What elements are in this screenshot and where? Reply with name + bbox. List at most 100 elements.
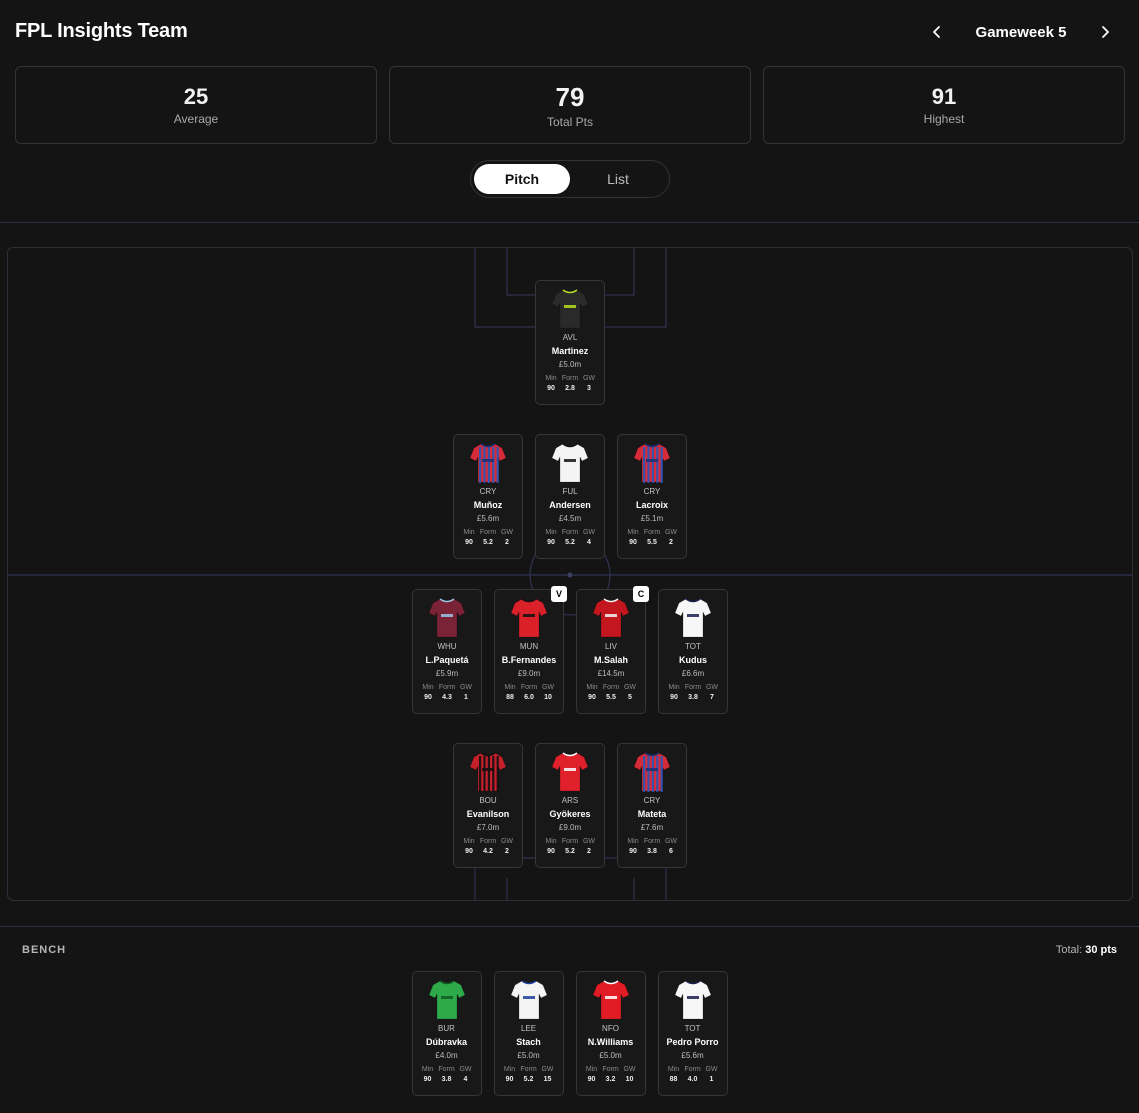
stat-form: 5.2	[565, 539, 575, 546]
player-stat-values: 88 6.0 10	[501, 694, 557, 701]
stat-form: 5.5	[647, 539, 657, 546]
player-team: LIV	[604, 642, 617, 651]
player-card[interactable]: CRY Mateta £7.6m Min Form GW 90 3.8 6	[617, 743, 687, 868]
stat-head-gw: GW	[705, 1066, 718, 1073]
stat-head-min: Min	[545, 838, 557, 845]
stat-gw: 6	[669, 848, 673, 855]
player-price: £4.0m	[435, 1051, 458, 1060]
player-team: MUN	[519, 642, 539, 651]
player-name: Evanilson	[466, 809, 510, 819]
stat-min: 90	[547, 848, 555, 855]
stat-head-form: Form	[520, 1066, 537, 1073]
player-stat-values: 90 5.5 2	[624, 539, 680, 546]
stat-form: 3.8	[647, 848, 657, 855]
stat-gw: 4	[463, 1076, 468, 1083]
stat-gw: 1	[709, 1076, 714, 1083]
player-stat-values: 90 4.3 1	[419, 694, 475, 701]
shirt-icon	[592, 980, 629, 1020]
stat-min: 90	[423, 1076, 432, 1083]
player-card[interactable]: CRY Lacroix £5.1m Min Form GW 90 5.5 2	[617, 434, 687, 559]
tab-list[interactable]: List	[570, 164, 666, 194]
stat-gw: 2	[669, 539, 673, 546]
stat-min: 90	[547, 539, 555, 546]
stat-head-form: Form	[602, 1066, 619, 1073]
player-price: £5.0m	[558, 360, 582, 369]
stat-head-gw: GW	[500, 838, 514, 845]
shirt-icon	[428, 980, 465, 1020]
chevron-right-icon	[1102, 26, 1109, 38]
player-stat-values: 90 5.5 5	[583, 694, 639, 701]
stat-head-form: Form	[602, 684, 620, 691]
player-stat-headers: Min Form GW	[501, 1066, 557, 1073]
page-title: FPL Insights Team	[15, 20, 188, 42]
player-card[interactable]: AVL Martinez £5.0m Min Form GW 90 2.8 3	[535, 280, 605, 405]
tab-pitch[interactable]: Pitch	[474, 164, 570, 194]
player-team: NFO	[602, 1024, 619, 1033]
stat-head-min: Min	[422, 684, 434, 691]
player-stat-headers: Min Form GW	[665, 1066, 721, 1073]
stat-min: 90	[588, 694, 596, 701]
player-team: LEE	[520, 1024, 537, 1033]
stat-head-form: Form	[520, 684, 538, 691]
player-card[interactable]: LIV M.Salah £14.5m Min Form GW 90 5.5 5 …	[576, 586, 649, 714]
player-name: Pedro Porro	[666, 1037, 719, 1047]
stat-min: 90	[465, 539, 473, 546]
stat-head-gw: GW	[623, 684, 637, 691]
player-team: CRY	[643, 796, 661, 805]
stat-head-gw: GW	[664, 529, 678, 536]
stat-gw: 4	[587, 539, 591, 546]
stat-gw: 1	[464, 694, 468, 701]
player-stat-headers: Min Form GW	[460, 529, 516, 536]
stat-form: 4.3	[442, 694, 452, 701]
player-team: BOU	[479, 796, 497, 805]
captain-badge: C	[633, 586, 649, 602]
player-stat-headers: Min Form GW	[583, 1066, 639, 1073]
player-card[interactable]: BUR Dúbravka £4.0m Min Form GW 90 3.8 4	[411, 971, 482, 1096]
player-price: £5.1m	[640, 514, 664, 523]
player-card[interactable]: NFO N.Williams £5.0m Min Form GW 90 3.2 …	[575, 971, 646, 1096]
player-stat-headers: Min Form GW	[419, 1066, 475, 1073]
player-team: WHU	[437, 642, 457, 651]
bench-title: BENCH	[22, 944, 67, 956]
shirt-icon	[469, 443, 507, 483]
stat-card-highest: 91 Highest	[763, 66, 1125, 144]
player-price: £5.0m	[599, 1051, 622, 1060]
next-gameweek-button[interactable]	[1091, 18, 1119, 46]
stat-head-gw: GW	[705, 684, 719, 691]
player-name: B.Fernandes	[501, 655, 557, 665]
stat-head-min: Min	[463, 529, 475, 536]
stat-gw: 10	[625, 1076, 634, 1083]
player-name: Martinez	[551, 346, 589, 356]
player-stat-values: 90 5.2 2	[542, 848, 598, 855]
player-card[interactable]: MUN B.Fernandes £9.0m Min Form GW 88 6.0…	[494, 586, 567, 714]
stat-head-gw: GW	[459, 684, 473, 691]
player-price: £9.0m	[558, 823, 582, 832]
player-card[interactable]: TOT Pedro Porro £5.6m Min Form GW 88 4.0…	[657, 971, 728, 1096]
player-name: Mateta	[637, 809, 667, 819]
shirt-icon	[551, 752, 589, 792]
player-name: Dúbravka	[425, 1037, 468, 1047]
stat-head-gw: GW	[664, 838, 678, 845]
player-card[interactable]: FUL Andersen £4.5m Min Form GW 90 5.2 4	[535, 434, 605, 559]
player-card[interactable]: CRY Muñoz £5.6m Min Form GW 90 5.2 2	[453, 434, 523, 559]
prev-gameweek-button[interactable]	[923, 18, 951, 46]
player-price: £7.6m	[640, 823, 664, 832]
stat-head-min: Min	[545, 529, 557, 536]
player-name: Muñoz	[473, 500, 503, 510]
stat-form: 5.2	[565, 848, 575, 855]
shirt-icon	[510, 980, 547, 1020]
player-card[interactable]: LEE Stach £5.0m Min Form GW 90 5.2 15	[493, 971, 564, 1096]
player-card[interactable]: ARS Gyökeres £9.0m Min Form GW 90 5.2 2	[535, 743, 605, 868]
stat-gw: 5	[628, 694, 632, 701]
stat-head-gw: GW	[582, 375, 596, 382]
player-card[interactable]: BOU Evanilson £7.0m Min Form GW 90 4.2 2	[453, 743, 523, 868]
section-divider	[0, 222, 1139, 223]
stat-form: 5.2	[523, 1076, 534, 1083]
player-card[interactable]: WHU L.Paquetá £5.9m Min Form GW 90 4.3 1	[412, 589, 482, 714]
player-card[interactable]: TOT Kudus £6.6m Min Form GW 90 3.8 7	[658, 589, 728, 714]
bench-divider	[0, 926, 1139, 927]
stat-gw: 15	[543, 1076, 552, 1083]
player-name: Stach	[516, 1037, 541, 1047]
stat-head-form: Form	[438, 684, 456, 691]
stat-min: 90	[424, 694, 432, 701]
